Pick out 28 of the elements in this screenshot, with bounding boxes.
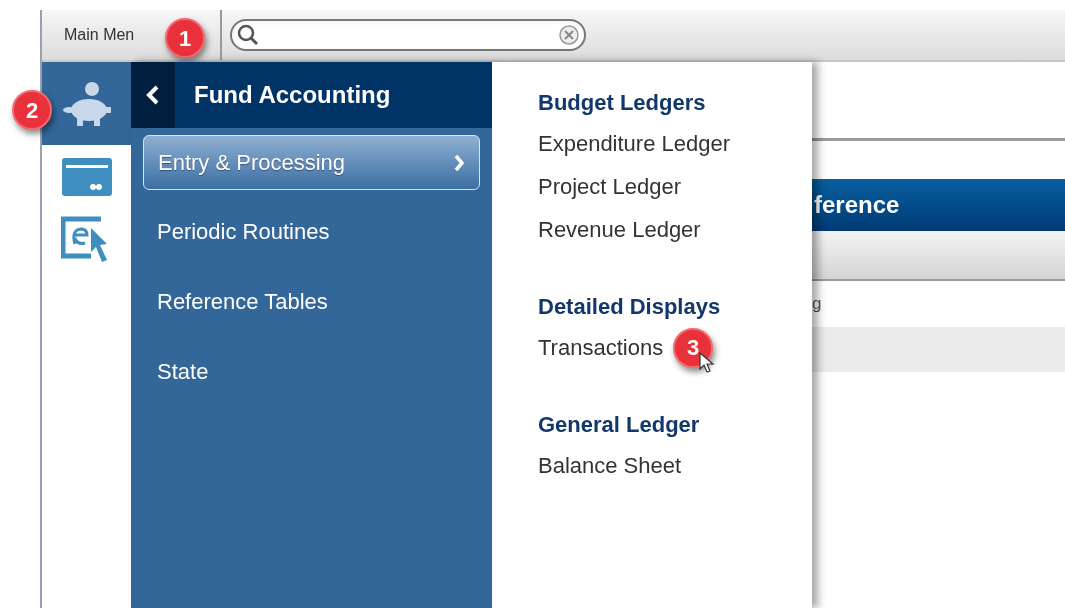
search-field[interactable] (230, 19, 586, 51)
callout-badge: 1 (165, 18, 205, 58)
group-heading: Detailed Displays (538, 292, 722, 321)
main-menu-label[interactable]: Main Men (64, 23, 135, 47)
nav-item[interactable]: Reference Tables (143, 266, 480, 336)
mouse-cursor-icon (699, 351, 716, 374)
panel-header: ference (812, 179, 1065, 231)
submenu-link[interactable]: Project Ledger (538, 170, 682, 203)
chevron-left-icon (146, 85, 160, 105)
nav-item[interactable]: Periodic Routines (143, 196, 480, 266)
nav-item[interactable]: State (143, 336, 480, 406)
group-heading: Budget Ledgers (538, 88, 707, 117)
card-icon (61, 158, 112, 196)
back-button[interactable] (131, 62, 175, 128)
submenu-link[interactable]: Balance Sheet (538, 449, 682, 482)
submenu-link[interactable]: Expenditure Ledger (538, 127, 731, 160)
nav-title: Fund Accounting (194, 80, 391, 110)
search-icon (236, 23, 260, 47)
submenu-link[interactable]: Transactions (538, 331, 664, 364)
row-text: g (812, 293, 822, 316)
piggy-bank-icon (60, 79, 113, 128)
chevron-right-icon (453, 153, 465, 172)
callout-badge: 3 (673, 327, 714, 368)
clear-icon[interactable] (558, 24, 580, 46)
submenu-link[interactable]: Revenue Ledger (538, 213, 701, 246)
callout-badge: 2 (12, 90, 52, 130)
rail-item[interactable] (42, 62, 131, 145)
group-heading: General Ledger (538, 410, 701, 439)
